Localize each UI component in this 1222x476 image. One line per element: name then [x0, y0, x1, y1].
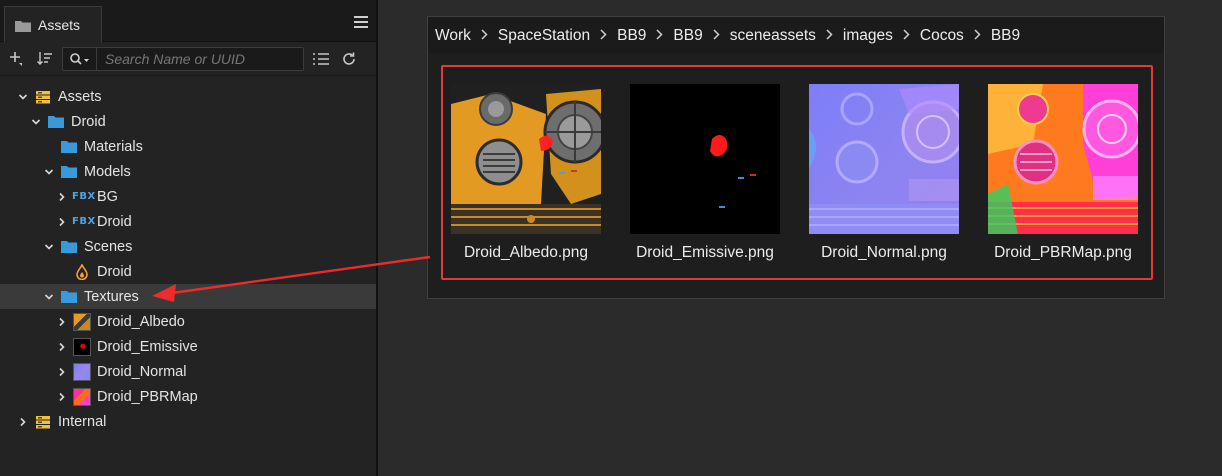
annotation-arrow: [152, 255, 431, 302]
